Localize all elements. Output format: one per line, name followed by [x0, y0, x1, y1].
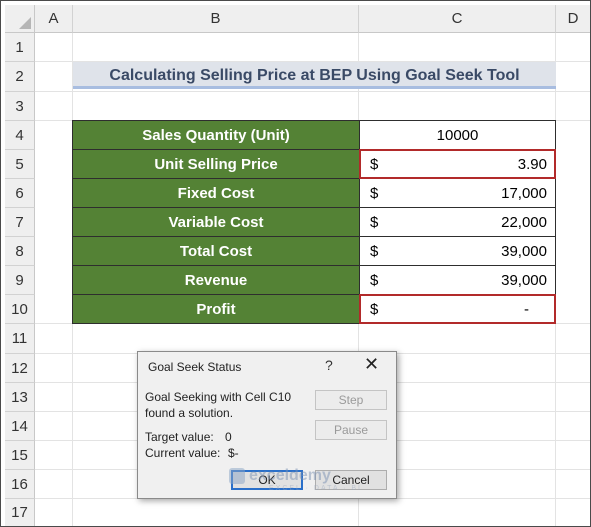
row-header-8[interactable]: 8	[5, 237, 35, 266]
target-value: 0	[225, 430, 232, 444]
row-header-1[interactable]: 1	[5, 33, 35, 62]
row-header-4[interactable]: 4	[5, 121, 35, 150]
label-total-cost[interactable]: Total Cost	[72, 236, 360, 266]
sheet-title[interactable]: Calculating Selling Price at BEP Using G…	[73, 62, 556, 89]
close-icon[interactable]: ✕	[364, 354, 379, 375]
current-value: $-	[228, 446, 239, 460]
row-header-14[interactable]: 14	[5, 412, 35, 441]
cancel-button[interactable]: Cancel	[315, 470, 387, 490]
label-profit[interactable]: Profit	[72, 294, 360, 324]
row-header-7[interactable]: 7	[5, 208, 35, 237]
currency-symbol: $	[370, 242, 379, 260]
row-header-3[interactable]: 3	[5, 92, 35, 121]
label-variable-cost[interactable]: Variable Cost	[72, 207, 360, 237]
value-revenue[interactable]: $39,000	[359, 265, 556, 295]
label-fixed-cost[interactable]: Fixed Cost	[72, 178, 360, 208]
current-value-label: Current value:	[145, 446, 221, 460]
pause-button[interactable]: Pause	[315, 420, 387, 440]
ok-button[interactable]: OK	[231, 470, 303, 490]
row-header-11[interactable]: 11	[5, 324, 35, 354]
currency-symbol: $	[370, 184, 379, 202]
value-sales-quantity[interactable]: 10000	[359, 120, 556, 150]
currency-symbol: $	[370, 271, 379, 289]
cell-value: -	[524, 300, 529, 318]
cell-value: 22,000	[501, 213, 547, 231]
column-header-b[interactable]: B	[73, 5, 359, 33]
value-variable-cost[interactable]: $22,000	[359, 207, 556, 237]
goal-seek-status-dialog: Goal Seek Status ? ✕ Goal Seeking with C…	[137, 351, 397, 499]
cell-value: 17,000	[501, 184, 547, 202]
row-header-6[interactable]: 6	[5, 179, 35, 208]
row-header-12[interactable]: 12	[5, 354, 35, 383]
currency-symbol: $	[370, 213, 379, 231]
value-total-cost[interactable]: $39,000	[359, 236, 556, 266]
row-header-10[interactable]: 10	[5, 295, 35, 324]
status-message: Goal Seeking with Cell C10 found a solut…	[145, 389, 305, 421]
value-profit[interactable]: $ -	[359, 294, 556, 324]
label-unit-selling-price[interactable]: Unit Selling Price	[72, 149, 360, 179]
cell-value: 3.90	[517, 155, 547, 173]
column-header-c[interactable]: C	[359, 5, 556, 33]
row-header-9[interactable]: 9	[5, 266, 35, 295]
row-header-16[interactable]: 16	[5, 470, 35, 499]
label-revenue[interactable]: Revenue	[72, 265, 360, 295]
select-all-corner[interactable]	[5, 5, 35, 33]
row-header-5[interactable]: 5	[5, 150, 35, 179]
column-header-d[interactable]: D	[556, 5, 590, 33]
row-header-13[interactable]: 13	[5, 383, 35, 412]
gridline	[35, 91, 590, 92]
spreadsheet-window: A B C D 1 2 3 4 5 6 7 8 9 10 11 12 13 14…	[0, 0, 591, 527]
row-header-2[interactable]: 2	[5, 62, 35, 92]
cell-value: 10000	[436, 126, 479, 144]
status-message-line: found a solution.	[145, 406, 234, 420]
step-button[interactable]: Step	[315, 390, 387, 410]
label-sales-quantity[interactable]: Sales Quantity (Unit)	[72, 120, 360, 150]
column-header-a[interactable]: A	[35, 5, 73, 33]
help-icon[interactable]: ?	[325, 357, 333, 373]
currency-symbol: $	[370, 300, 379, 318]
target-value-label: Target value:	[145, 430, 214, 444]
value-fixed-cost[interactable]: $17,000	[359, 178, 556, 208]
row-header-17[interactable]: 17	[5, 499, 35, 526]
status-message-line: Goal Seeking with Cell C10	[145, 390, 292, 404]
cell-value: 39,000	[501, 242, 547, 260]
currency-symbol: $	[370, 155, 379, 173]
row-header-15[interactable]: 15	[5, 441, 35, 470]
dialog-title: Goal Seek Status	[148, 360, 242, 374]
select-all-triangle-icon	[19, 17, 31, 29]
value-unit-selling-price[interactable]: $3.90	[359, 149, 556, 179]
cell-value: 39,000	[501, 271, 547, 289]
